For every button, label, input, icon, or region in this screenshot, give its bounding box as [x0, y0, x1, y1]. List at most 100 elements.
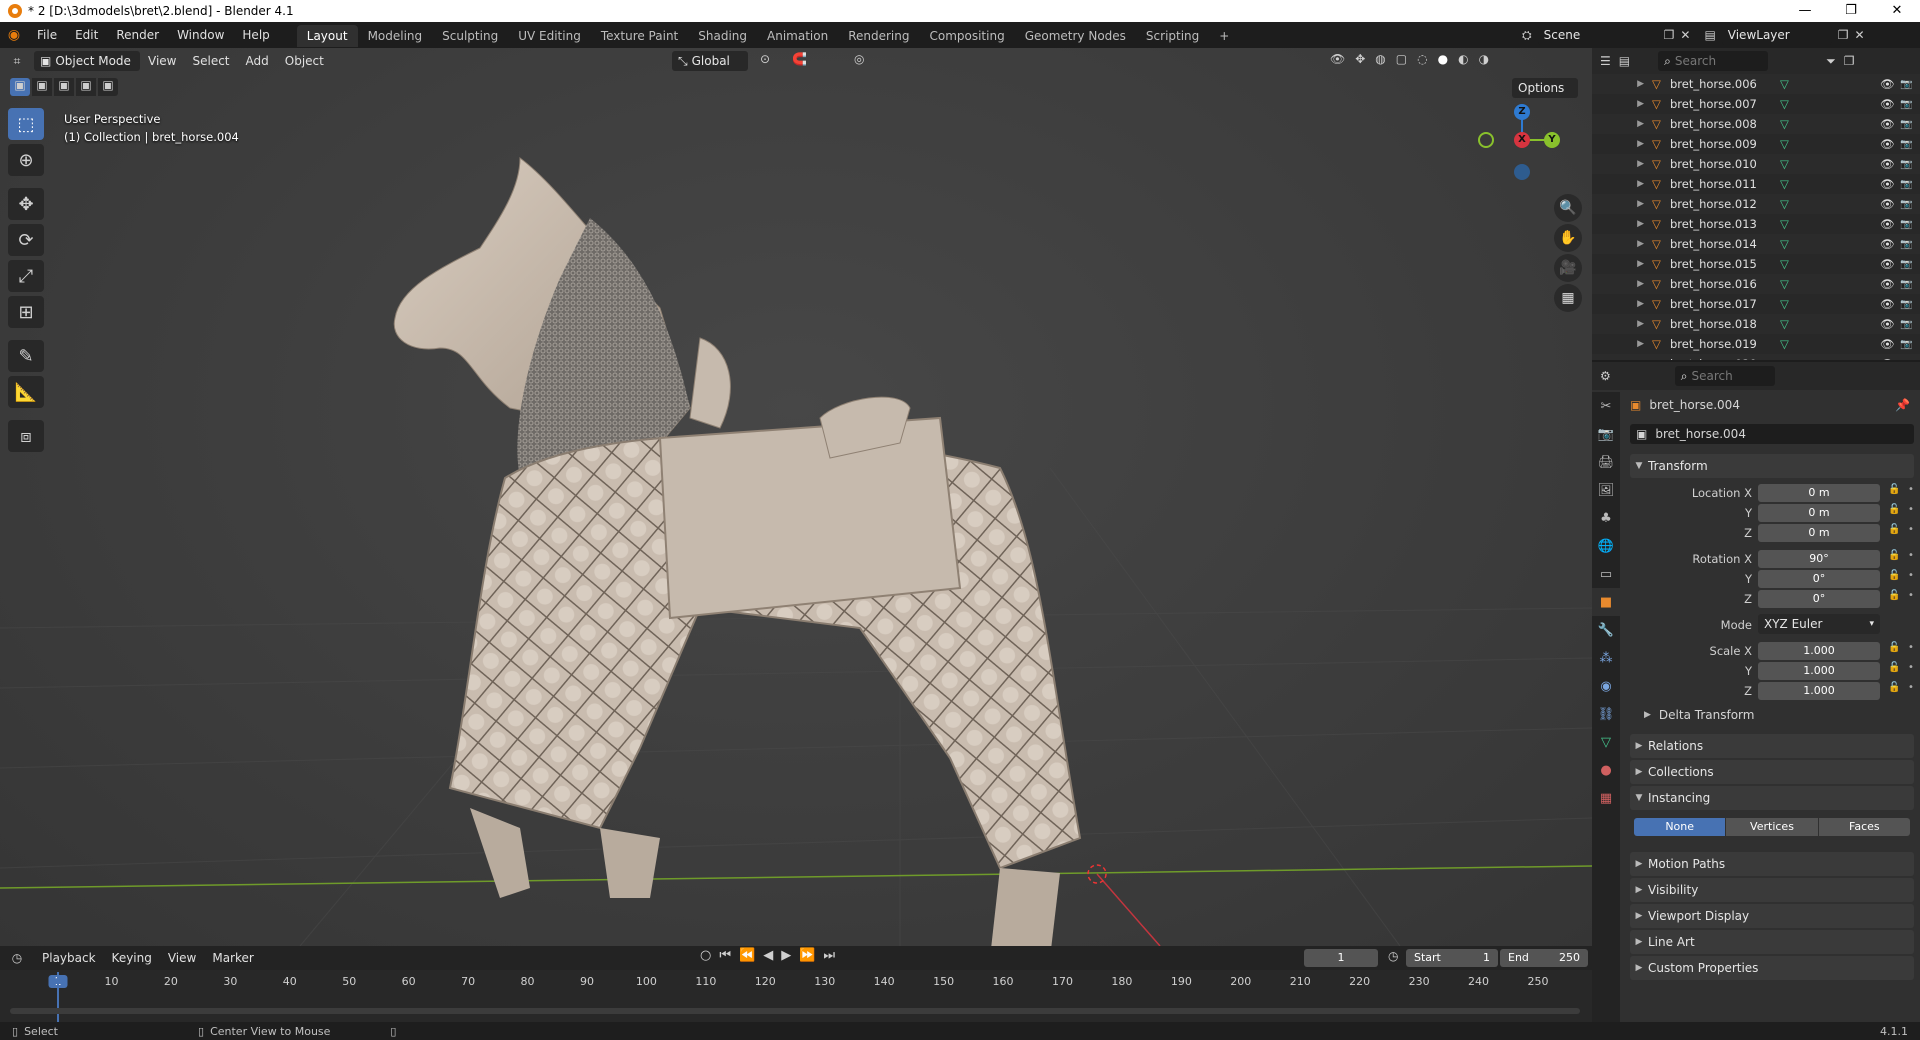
3d-viewport[interactable]: ⌗ ▣ Object Mode View Select Add Object ⤡… — [0, 48, 1592, 946]
start-frame-field[interactable]: Start 1 — [1406, 949, 1498, 967]
orientation-selector[interactable]: ⤡ Global — [672, 51, 748, 71]
visibility-eye-icon[interactable]: 👁 — [1880, 317, 1900, 331]
jump-end-icon[interactable]: ⏭ — [823, 948, 835, 963]
keyframe-dot-icon[interactable]: • — [1908, 662, 1914, 673]
tab-compositing[interactable]: Compositing — [919, 25, 1014, 47]
tab-sculpting[interactable]: Sculpting — [432, 25, 508, 47]
data-tab-icon[interactable]: ▽ — [1592, 728, 1620, 756]
menu-playback[interactable]: Playback — [34, 946, 104, 970]
transform-panel-header[interactable]: ▼ Transform — [1630, 454, 1914, 478]
cursor-tool-icon[interactable]: ⊕ — [8, 144, 44, 176]
instancing-faces-button[interactable]: Faces — [1818, 818, 1910, 836]
menu-select[interactable]: Select — [184, 49, 237, 73]
navigation-gizmo[interactable]: Z X Y — [1478, 100, 1562, 180]
select-new-icon[interactable]: ▣ — [10, 78, 30, 96]
pivot-point-icon[interactable]: ⊙ — [760, 52, 770, 66]
world-tab-icon[interactable]: 🌐 — [1592, 532, 1620, 560]
expand-arrow-icon[interactable]: ▶ — [1592, 299, 1652, 309]
expand-arrow-icon[interactable]: ▶ — [1592, 79, 1652, 89]
rotate-tool-icon[interactable]: ⟳ — [8, 224, 44, 256]
move-tool-icon[interactable]: ✥ — [8, 188, 44, 220]
outliner-row[interactable]: ▶ ▽ bret_horse.012 ▽ 👁 📷 — [1592, 194, 1920, 214]
select-subtract-icon[interactable]: ▣ — [54, 78, 74, 96]
keyframe-dot-icon[interactable]: • — [1908, 570, 1914, 581]
tab-animation[interactable]: Animation — [757, 25, 838, 47]
rotation-x-field[interactable]: 90° — [1758, 550, 1880, 568]
scene-icon[interactable]: ⛭ — [1522, 28, 1532, 43]
expand-arrow-icon[interactable]: ▶ — [1592, 219, 1652, 229]
tab-modeling[interactable]: Modeling — [358, 25, 433, 47]
outliner-row[interactable]: ▶ ▽ bret_horse.011 ▽ 👁 📷 — [1592, 174, 1920, 194]
outliner-row[interactable]: ▶ ▽ bret_horse.014 ▽ 👁 📷 — [1592, 234, 1920, 254]
collection-tab-icon[interactable]: ▭ — [1592, 560, 1620, 588]
display-mode-icon[interactable]: ▤ — [1619, 54, 1630, 68]
lock-icon[interactable]: 🔓 — [1888, 662, 1900, 673]
relations-panel-header[interactable]: ▶ Relations — [1630, 734, 1914, 758]
scale-x-field[interactable]: 1.000 — [1758, 642, 1880, 660]
render-camera-icon[interactable]: 📷 — [1900, 159, 1916, 170]
render-camera-icon[interactable]: 📷 — [1900, 79, 1916, 90]
expand-arrow-icon[interactable]: ▶ — [1592, 319, 1652, 329]
render-camera-icon[interactable]: 📷 — [1900, 139, 1916, 150]
tab-shading[interactable]: Shading — [688, 25, 757, 47]
add-workspace-button[interactable]: + — [1209, 25, 1239, 47]
outliner-row[interactable]: ▶ ▽ bret_horse.017 ▽ 👁 📷 — [1592, 294, 1920, 314]
render-camera-icon[interactable]: 📷 — [1900, 299, 1916, 310]
timeline-scrollbar[interactable] — [10, 1008, 1580, 1014]
visibility-icon[interactable]: 👁 — [1330, 52, 1345, 66]
outliner-row[interactable]: ▶ ▽ bret_horse.009 ▽ 👁 📷 — [1592, 134, 1920, 154]
visibility-eye-icon[interactable]: 👁 — [1880, 337, 1900, 351]
render-tab-icon[interactable]: 📷 — [1592, 420, 1620, 448]
menu-marker[interactable]: Marker — [204, 946, 261, 970]
outliner-search[interactable]: ⌕ Search — [1658, 51, 1769, 71]
visibility-eye-icon[interactable]: 👁 — [1880, 357, 1900, 360]
visibility-eye-icon[interactable]: 👁 — [1880, 117, 1900, 131]
properties-editor-type-icon[interactable]: ⚙ — [1600, 369, 1611, 383]
proportional-edit-icon[interactable]: ◎ — [854, 52, 864, 66]
expand-arrow-icon[interactable]: ▶ — [1592, 359, 1652, 360]
scale-z-field[interactable]: 1.000 — [1758, 682, 1880, 700]
constraints-tab-icon[interactable]: ⛓ — [1592, 700, 1620, 728]
outliner-row[interactable]: ▶ ▽ bret_horse.016 ▽ 👁 📷 — [1592, 274, 1920, 294]
material-tab-icon[interactable]: ● — [1592, 756, 1620, 784]
visibility-eye-icon[interactable]: 👁 — [1880, 237, 1900, 251]
pin-icon[interactable]: 📌 — [1895, 398, 1910, 412]
zoom-icon[interactable]: 🔍 — [1554, 194, 1582, 222]
expand-arrow-icon[interactable]: ▶ — [1592, 139, 1652, 149]
visibility-eye-icon[interactable]: 👁 — [1880, 277, 1900, 291]
line-art-panel-header[interactable]: ▶ Line Art — [1630, 930, 1914, 954]
annotate-tool-icon[interactable]: ✎ — [8, 340, 44, 372]
lock-icon[interactable]: 🔓 — [1888, 570, 1900, 581]
object-tab-icon[interactable]: ■ — [1592, 588, 1620, 616]
select-intersect-icon[interactable]: ▣ — [98, 78, 118, 96]
render-camera-icon[interactable]: 📷 — [1900, 279, 1916, 290]
select-box-tool-icon[interactable]: ⬚ — [8, 108, 44, 140]
keyframe-dot-icon[interactable]: • — [1908, 642, 1914, 653]
menu-view[interactable]: View — [140, 49, 184, 73]
transform-tool-icon[interactable]: ⊞ — [8, 296, 44, 328]
location-z-field[interactable]: 0 m — [1758, 524, 1880, 542]
view-layer-icon[interactable]: ▤ — [1704, 28, 1715, 42]
render-camera-icon[interactable]: 📷 — [1900, 359, 1916, 361]
tool-tab-icon[interactable]: ✂ — [1592, 392, 1620, 420]
horse-model[interactable] — [393, 156, 1082, 946]
minimize-button[interactable]: — — [1782, 0, 1828, 22]
ortho-grid-icon[interactable]: ▦ — [1554, 284, 1582, 312]
render-camera-icon[interactable]: 📷 — [1900, 259, 1916, 270]
gizmo-y-axis[interactable]: Y — [1544, 132, 1560, 148]
frame-ruler[interactable]: 1102030405060708090100110120130140150160… — [0, 972, 1592, 994]
select-extend-icon[interactable]: ▣ — [32, 78, 52, 96]
menu-add[interactable]: Add — [238, 49, 277, 73]
select-invert-icon[interactable]: ▣ — [76, 78, 96, 96]
solid-shading-icon[interactable]: ● — [1438, 52, 1448, 66]
end-frame-field[interactable]: End 250 — [1500, 949, 1588, 967]
visibility-panel-header[interactable]: ▶ Visibility — [1630, 878, 1914, 902]
object-datablock-field[interactable]: ▣ bret_horse.004 — [1630, 424, 1914, 444]
outliner-row[interactable]: ▶▽bret_horse.020▽👁📷 — [1592, 354, 1920, 360]
output-tab-icon[interactable]: 🖨 — [1592, 448, 1620, 476]
measure-tool-icon[interactable]: 📐 — [8, 376, 44, 408]
expand-arrow-icon[interactable]: ▶ — [1592, 339, 1652, 349]
outliner-row[interactable]: ▶ ▽ bret_horse.013 ▽ 👁 📷 — [1592, 214, 1920, 234]
tab-rendering[interactable]: Rendering — [838, 25, 919, 47]
instancing-none-button[interactable]: None — [1634, 818, 1726, 836]
